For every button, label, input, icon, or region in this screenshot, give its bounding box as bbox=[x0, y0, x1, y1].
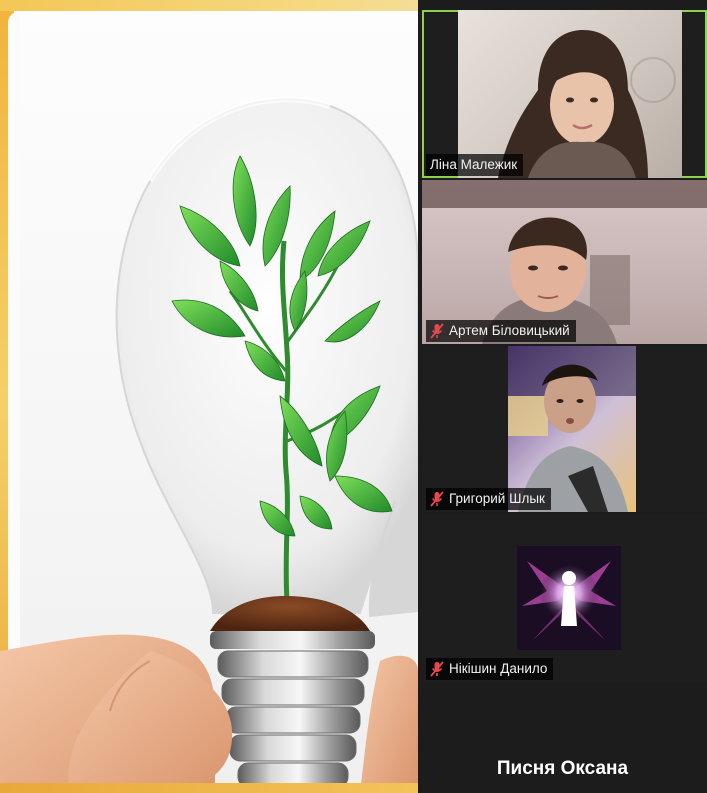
participant-name-tag: Григорий Шлык bbox=[426, 488, 551, 510]
participant-tile[interactable]: Нікішин Данило bbox=[422, 514, 707, 682]
mic-off-icon bbox=[430, 491, 444, 507]
fairy-avatar-image bbox=[517, 546, 621, 650]
participant-name-tag: Ліна Малежик bbox=[426, 154, 524, 176]
participant-name: Нікішин Данило bbox=[449, 661, 548, 676]
lightbulb-sprout-illustration bbox=[0, 96, 418, 793]
slide-bottom-border bbox=[0, 783, 418, 793]
participant-tile[interactable]: Григорий Шлык bbox=[422, 346, 707, 512]
participant-name-tag: Нікішин Данило bbox=[426, 658, 554, 680]
participant-name-tag: Артем Біловицький bbox=[426, 320, 576, 342]
participant-name: Ліна Малежик bbox=[430, 157, 518, 172]
participant-avatar bbox=[517, 546, 621, 650]
participants-panel[interactable]: Ліна Малежик Артем Біловицький Григорий … bbox=[418, 0, 707, 793]
participant-tile[interactable]: Артем Біловицький bbox=[422, 180, 707, 344]
participant-video bbox=[458, 10, 682, 178]
participant-tile[interactable]: Ліна Малежик bbox=[422, 10, 707, 178]
shared-screen bbox=[0, 11, 418, 793]
mic-off-icon bbox=[430, 323, 444, 339]
mic-off-icon bbox=[430, 661, 444, 677]
participant-name-no-video: Писня Оксана bbox=[496, 758, 629, 779]
participant-name: Григорий Шлык bbox=[449, 491, 545, 506]
participant-video-image bbox=[498, 30, 676, 178]
participant-name: Артем Біловицький bbox=[449, 323, 570, 338]
